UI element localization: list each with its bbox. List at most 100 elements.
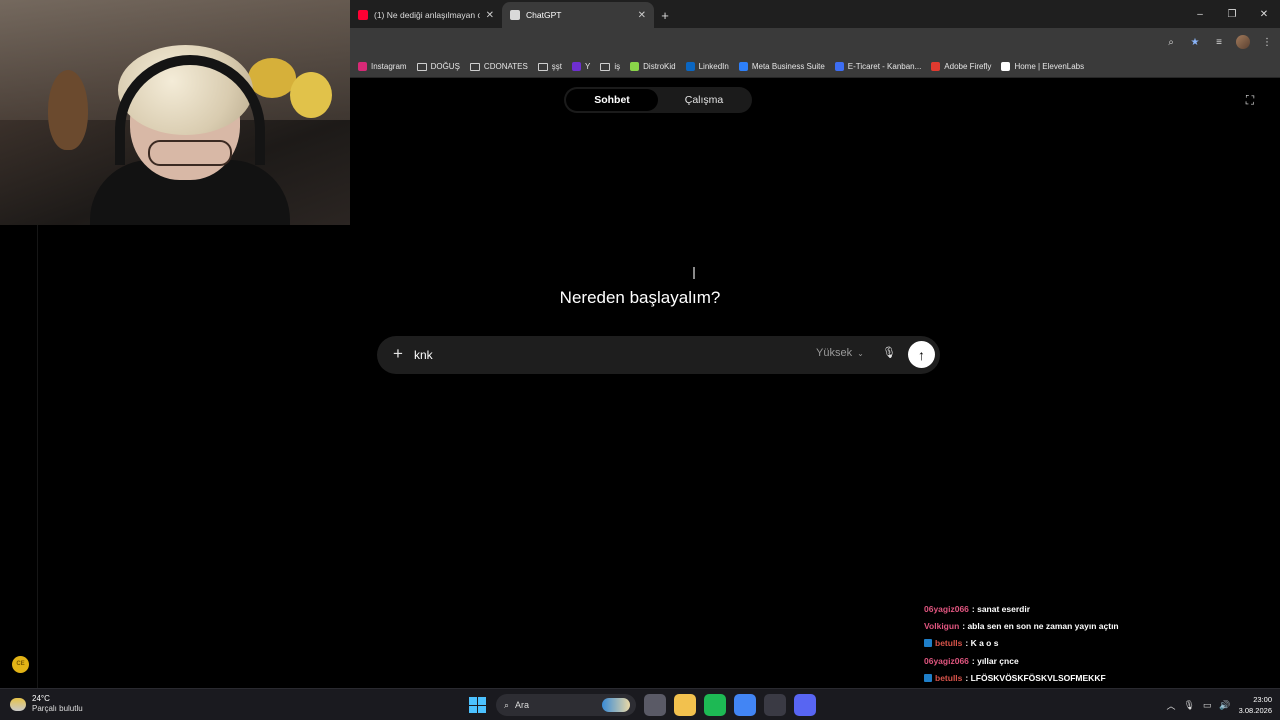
browser-menu-icon[interactable]: ⋮ [1260, 37, 1274, 48]
microphone-icon[interactable]: 🎙 [1183, 700, 1194, 711]
chat-message: 06yagiz066: sanat eserdir [924, 600, 1274, 617]
chat-message: betulls: K a o s [924, 635, 1274, 652]
weather-icon [10, 697, 26, 711]
chevron-down-icon: ⌄ [857, 348, 864, 358]
coin-icon[interactable]: CE [12, 656, 29, 673]
taskbar-search[interactable]: ⌕ Ara [496, 694, 636, 716]
bookmark-item[interactable]: DOĞUŞ [416, 62, 460, 71]
close-window-button[interactable]: ✕ [1248, 0, 1280, 28]
close-tab-icon[interactable]: ✕ [638, 10, 646, 21]
browser-tab[interactable]: (1) Ne dediği anlaşılmayan o şa ✕ [350, 2, 502, 28]
chat-message: betulls: LFÖSKVÖSKFÖSKVLSOFMEKKF [924, 669, 1274, 686]
bookmark-label: Instagram [371, 62, 407, 71]
media-control-icon[interactable]: ≡ [1212, 37, 1226, 48]
folder-icon [416, 62, 427, 71]
close-tab-icon[interactable]: ✕ [486, 10, 494, 21]
elevenlabs-icon [1001, 62, 1011, 71]
meta-icon [738, 62, 748, 71]
chrome-icon[interactable] [734, 694, 756, 716]
model-selector[interactable]: Yüksek ⌄ [816, 347, 864, 359]
bookmark-item[interactable]: iş [600, 62, 620, 71]
chat-username: Volkigun [924, 620, 960, 631]
chat-text: : LFÖSKVÖSKFÖSKVLSOFMEKKF [965, 672, 1106, 683]
model-label: Yüksek [816, 347, 853, 359]
bookmark-label: DistroKid [643, 62, 676, 71]
page-heading: Nereden başlayalım? [559, 288, 721, 307]
obs-icon[interactable] [764, 694, 786, 716]
search-highlight-image [602, 698, 630, 712]
start-button[interactable] [466, 694, 488, 716]
bookmark-item[interactable]: DistroKid [630, 62, 676, 71]
add-attachment-button[interactable]: + [389, 345, 407, 363]
weather-widget[interactable]: 24°C Parçalı bulutlu [10, 694, 83, 714]
microphone-icon[interactable]: 🎙 [882, 346, 896, 362]
tab-sohbet[interactable]: Sohbet [566, 89, 658, 111]
clock-time: 23:00 [1253, 695, 1272, 704]
chat-username: betulls [935, 638, 963, 649]
browser-tab[interactable]: ChatGPT ✕ [502, 2, 654, 28]
chevron-up-icon[interactable]: ︿ [1166, 699, 1175, 712]
browser-tab-bar: (1) Ne dediği anlaşılmayan o şa ✕ ChatGPT ✕… [350, 0, 1280, 28]
tab-favicon-icon [510, 10, 520, 20]
window-controls: – ❐ ✕ [1184, 0, 1280, 28]
bookmark-label: LinkedIn [698, 62, 729, 71]
chat-text: : K a o s [965, 638, 999, 649]
bookmark-item[interactable]: Home | ElevenLabs [1001, 62, 1084, 71]
search-icon: ⌕ [504, 699, 510, 710]
bookmark-label: Y [585, 62, 591, 71]
bookmark-item[interactable]: şşt [537, 62, 563, 71]
distrokid-icon [572, 62, 582, 71]
bookmark-label: DOĞUŞ [430, 62, 460, 71]
windows-taskbar: 24°C Parçalı bulutlu ⌕ Ara ︿ 🎙 ▭ 🔊 23:00… [0, 688, 1280, 720]
tab-title: ChatGPT [526, 10, 562, 20]
bookmark-label: CDONATES [483, 62, 528, 71]
volume-icon[interactable]: 🔊 [1219, 700, 1230, 711]
restore-button[interactable]: ❐ [1216, 0, 1248, 28]
divider [37, 225, 38, 688]
weather-temp: 24°C [32, 694, 50, 703]
expand-icon[interactable]: ⛶ [1243, 93, 1257, 107]
bookmark-item[interactable]: CDONATES [469, 62, 528, 71]
bookmark-item[interactable]: E-Ticaret - Kanban... [834, 62, 921, 71]
screen: (1) Ne dediği anlaşılmayan o şa ✕ ChatGPT ✕… [0, 0, 1280, 720]
task-view-icon[interactable] [644, 694, 666, 716]
profile-avatar[interactable] [1236, 35, 1250, 49]
bookmark-item[interactable]: Instagram [358, 62, 407, 71]
bookmark-label: iş [614, 62, 621, 71]
new-tab-button[interactable]: + [654, 2, 676, 28]
chat-message: Volkigun: abla sen en son ne zaman yayın… [924, 617, 1274, 634]
folder-icon [600, 62, 611, 71]
guitar-shape [48, 70, 88, 150]
bookmarks-bar: Instagram DOĞUŞ CDONATES şşt Yiş DistroKid Lin… [350, 56, 1280, 78]
mode-switch: Sohbet Çalışma [564, 87, 752, 113]
zoom-icon[interactable]: ⌕ [1164, 37, 1178, 48]
tab-calisma[interactable]: Çalışma [658, 89, 750, 111]
weather-desc: Parçalı bulutlu [32, 704, 83, 713]
instagram-icon [358, 62, 367, 71]
message-composer: + Yüksek ⌄ 🎙 ↑ [377, 336, 940, 374]
chat-username: betulls [935, 672, 963, 683]
spotify-icon[interactable] [704, 694, 726, 716]
rocket-icon [834, 62, 844, 71]
text-cursor-icon [693, 267, 695, 279]
search-label: Ara [515, 700, 530, 710]
bookmark-label: şşt [551, 62, 563, 71]
send-button[interactable]: ↑ [908, 341, 935, 368]
chat-text: : sanat eserdir [971, 603, 1031, 614]
bookmark-item[interactable]: Adobe Firefly [931, 62, 991, 71]
plush-toy [290, 72, 332, 118]
minimize-button[interactable]: – [1184, 0, 1216, 28]
display-icon[interactable]: ▭ [1203, 700, 1212, 711]
message-input[interactable] [414, 344, 794, 366]
file-explorer-icon[interactable] [674, 694, 696, 716]
chat-username: 06yagiz066 [924, 655, 969, 666]
distrokid-icon [630, 62, 640, 71]
bookmark-item[interactable]: Y [572, 62, 590, 71]
bookmark-star-icon[interactable]: ★ [1188, 37, 1202, 48]
webcam-overlay [0, 0, 350, 225]
discord-icon[interactable] [794, 694, 816, 716]
bookmark-item[interactable]: Meta Business Suite [738, 62, 825, 71]
clock[interactable]: 23:00 3.08.2026 [1239, 694, 1272, 716]
bookmark-item[interactable]: LinkedIn [685, 62, 729, 71]
chat-badge-icon [924, 639, 932, 648]
